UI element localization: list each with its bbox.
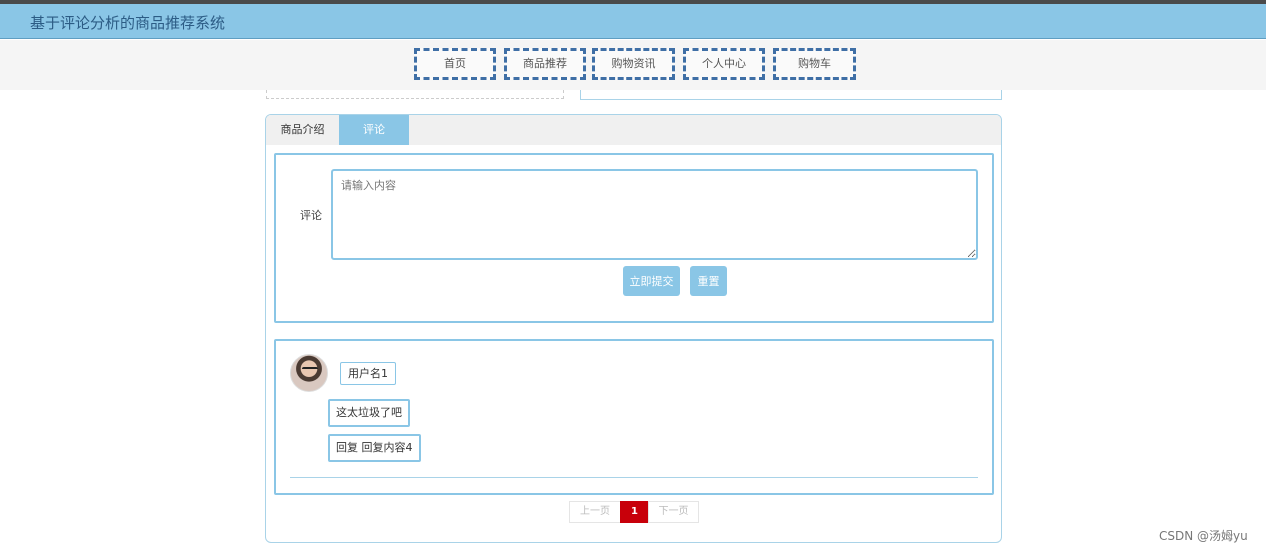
pagination-next[interactable]: 下一页 (648, 501, 699, 523)
nav-item-profile[interactable]: 个人中心 (683, 48, 765, 80)
comment-label: 评论 (300, 209, 322, 222)
comment-input[interactable] (331, 169, 978, 260)
comment-reply: 回复 回复内容4 (328, 434, 421, 462)
nav-item-recommend[interactable]: 商品推荐 (504, 48, 586, 80)
tab-comments[interactable]: 评论 (339, 115, 409, 145)
tab-product-intro[interactable]: 商品介绍 (266, 115, 339, 145)
product-info-box-edge (580, 90, 1002, 100)
pagination-prev[interactable]: 上一页 (569, 501, 621, 523)
nav-item-news[interactable]: 购物资讯 (592, 48, 675, 80)
comment-list: 用户名1 这太垃圾了吧 回复 回复内容4 (274, 339, 994, 495)
tab-bar: 商品介绍 评论 (266, 115, 1001, 145)
product-detail-panel: 商品介绍 评论 评论 立即提交 重置 用户名1 这太垃圾了吧 回复 回复内容4 … (265, 114, 1002, 543)
comment-username: 用户名1 (340, 362, 396, 385)
site-header: 基于评论分析的商品推荐系统 (0, 4, 1266, 39)
nav-item-cart[interactable]: 购物车 (773, 48, 856, 80)
pagination-current-page[interactable]: 1 (620, 501, 649, 523)
nav-item-home[interactable]: 首页 (414, 48, 496, 80)
main-nav: 首页 商品推荐 购物资讯 个人中心 购物车 (0, 40, 1266, 90)
avatar (290, 354, 328, 392)
product-image-box-edge (266, 90, 564, 99)
comment-content: 这太垃圾了吧 (328, 399, 410, 427)
reset-button[interactable]: 重置 (690, 266, 727, 296)
watermark: CSDN @汤姆yu (1159, 529, 1248, 543)
comment-divider (290, 477, 978, 478)
site-title: 基于评论分析的商品推荐系统 (30, 14, 226, 32)
submit-button[interactable]: 立即提交 (623, 266, 680, 296)
comment-form: 评论 立即提交 重置 (274, 153, 994, 323)
